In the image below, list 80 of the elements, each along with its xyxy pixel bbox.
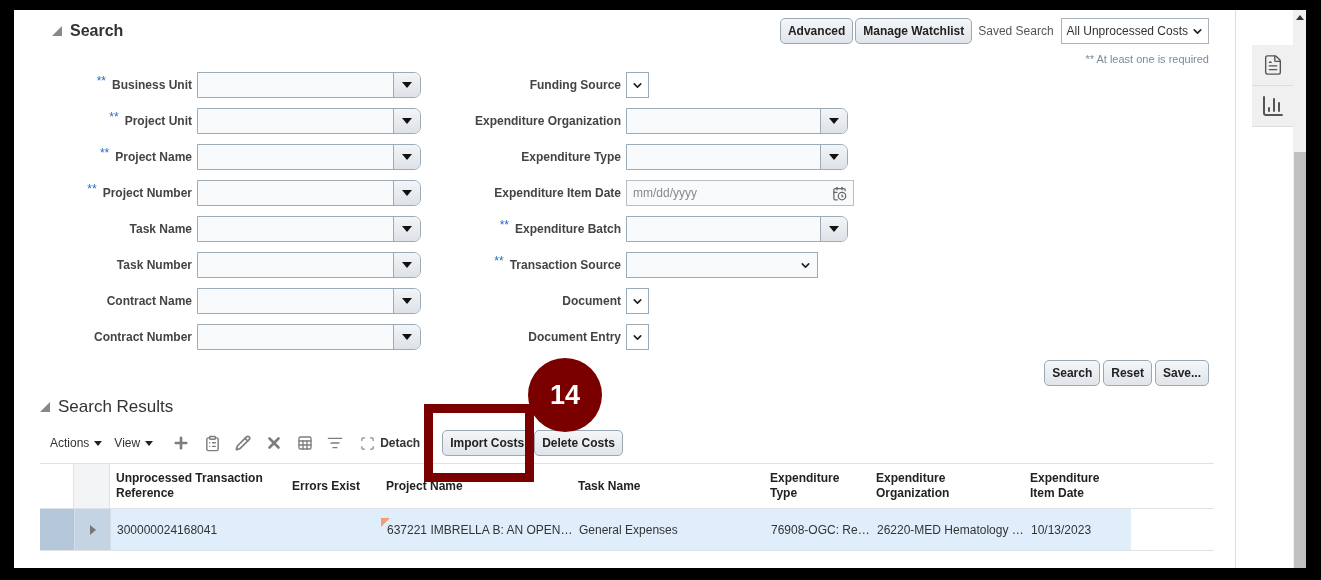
- choice-dropdown[interactable]: [626, 324, 649, 350]
- required-note: ** At least one is required: [1085, 53, 1209, 67]
- table-cell-text: General Expenses: [578, 521, 679, 539]
- bar-chart-icon[interactable]: [1252, 86, 1293, 127]
- combo-box[interactable]: [197, 216, 421, 242]
- combo-box[interactable]: [197, 72, 421, 98]
- required-mark: **: [96, 74, 106, 88]
- table-cell-text: 76908-OGC: Re…: [770, 521, 871, 539]
- row-selector[interactable]: [40, 509, 75, 550]
- calendar-icon[interactable]: [832, 185, 847, 201]
- header-button[interactable]: Advanced: [779, 18, 854, 44]
- combo-box[interactable]: [197, 144, 421, 170]
- table-cell-text: 26220-MED Hematology …: [876, 521, 1025, 539]
- required-mark: **: [109, 110, 119, 124]
- search-action-button[interactable]: Search: [1044, 360, 1101, 386]
- section-title: Search: [70, 22, 124, 40]
- choice-dropdown[interactable]: [626, 288, 649, 314]
- column-header[interactable]: Expenditure Type: [764, 464, 870, 508]
- field-label: Business Unit: [112, 78, 192, 92]
- search-action-button[interactable]: Reset: [1103, 360, 1152, 386]
- table-cell-text: 300000024168041: [116, 521, 219, 539]
- row-expander[interactable]: [75, 509, 111, 550]
- column-header[interactable]: Errors Exist: [286, 464, 380, 508]
- column-header[interactable]: Unprocessed Transaction Reference: [110, 464, 286, 508]
- table-row[interactable]: 300000024168041 637221 IMBRELLA B: AN OPEN… General Expenses 76908-OGC: Re… 26220-MED Hematology … 10/13/2023: [111, 509, 1131, 550]
- required-mark: **: [99, 146, 110, 160]
- field-label: Contract Number: [94, 330, 192, 344]
- required-mark: **: [499, 218, 509, 232]
- toolbar-menu[interactable]: View: [114, 436, 158, 450]
- table-icon[interactable]: [297, 435, 314, 451]
- collapse-icon[interactable]: [40, 402, 50, 412]
- field-label: Task Name: [129, 222, 192, 236]
- combo-box[interactable]: [626, 216, 848, 242]
- clipboard-icon[interactable]: [204, 434, 222, 452]
- field-label: Project Name: [115, 150, 192, 164]
- combo-box[interactable]: [197, 288, 421, 314]
- field-label: Expenditure Type: [521, 150, 621, 164]
- combo-box[interactable]: [197, 180, 421, 206]
- document-icon[interactable]: [1252, 45, 1293, 86]
- combo-box[interactable]: [197, 252, 421, 278]
- field-label: Project Unit: [124, 114, 192, 128]
- field-label: Project Number: [102, 186, 192, 200]
- collapse-icon[interactable]: [52, 26, 62, 36]
- combo-box[interactable]: [626, 144, 848, 170]
- combo-box[interactable]: [197, 324, 421, 350]
- field-label: Expenditure Organization: [475, 114, 621, 128]
- saved-search-select[interactable]: All Unprocessed Costs: [1060, 18, 1209, 44]
- detach-icon: [360, 435, 376, 451]
- required-mark: **: [494, 254, 504, 268]
- combo-box[interactable]: [626, 108, 848, 134]
- combo-box[interactable]: [197, 108, 421, 134]
- required-mark: **: [87, 182, 97, 196]
- toolbar-menu[interactable]: Actions: [50, 436, 107, 450]
- field-label: Expenditure Item Date: [494, 186, 621, 200]
- search-action-button[interactable]: Save...: [1154, 360, 1209, 386]
- scrollbar[interactable]: [1293, 10, 1306, 568]
- column-header[interactable]: Project Name: [380, 464, 572, 508]
- results-button[interactable]: Delete Costs: [534, 430, 623, 456]
- field-label: Document: [562, 294, 621, 308]
- field-label: Expenditure Batch: [514, 222, 621, 236]
- field-label: Funding Source: [529, 78, 621, 92]
- header-button[interactable]: Manage Watchlist: [855, 18, 973, 44]
- select-field[interactable]: [626, 252, 818, 278]
- table-cell: 637221 IMBRELLA B: AN OPEN…: [381, 509, 573, 550]
- field-label: Document Entry: [528, 330, 621, 344]
- field-label: Transaction Source: [509, 258, 621, 272]
- date-field[interactable]: mm/dd/yyyy: [626, 180, 854, 206]
- choice-dropdown[interactable]: [626, 72, 649, 98]
- field-label: Task Number: [116, 258, 192, 272]
- step-badge: 14: [528, 358, 602, 432]
- saved-search-label: Saved Search: [978, 24, 1054, 38]
- detach-button[interactable]: Detach: [360, 435, 421, 451]
- column-header[interactable]: Expenditure Item Date: [1024, 464, 1130, 508]
- column-header[interactable]: Expenditure Organization: [870, 464, 1024, 508]
- section-title: Search Results: [58, 397, 174, 417]
- edit-icon[interactable]: [235, 435, 252, 451]
- filter-icon[interactable]: [327, 435, 344, 451]
- field-label: Contract Name: [106, 294, 192, 308]
- column-header[interactable]: Task Name: [572, 464, 764, 508]
- table-cell-text: 10/13/2023: [1030, 521, 1093, 539]
